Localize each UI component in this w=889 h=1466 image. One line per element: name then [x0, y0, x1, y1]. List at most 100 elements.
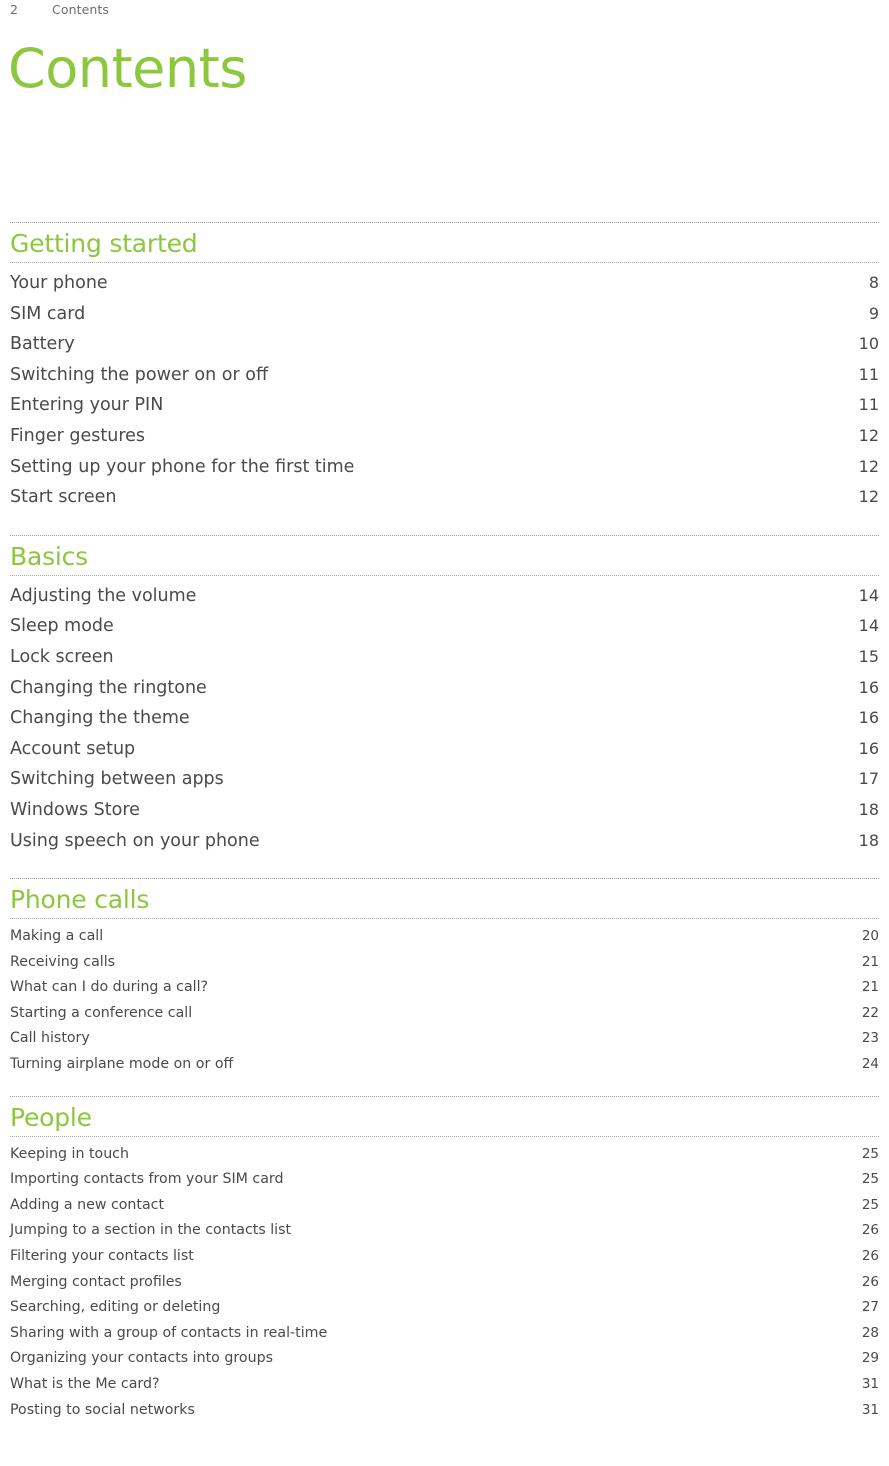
toc-entry-page: 16 [858, 708, 879, 728]
page-title: Contents [8, 37, 247, 100]
running-header-title: Contents [52, 2, 110, 17]
toc-entry-page: 26 [861, 1222, 879, 1239]
toc-section-heading: Basics [10, 541, 89, 571]
toc-entry[interactable]: Setting up your phone for the first time… [10, 452, 879, 483]
toc-entry-label: Importing contacts from your SIM card [10, 1171, 284, 1188]
toc-entry[interactable]: Windows Store 18 [10, 795, 879, 826]
toc-entry[interactable]: Adjusting the volume 14 [10, 581, 879, 612]
toc-entry-list: Making a call 20 Receiving calls 21 What… [10, 919, 879, 1078]
toc-entry[interactable]: Adding a new contact 25 [10, 1193, 879, 1219]
toc-section-people: People Keeping in touch 25 Importing con… [10, 1095, 879, 1424]
toc-entry-page: 24 [861, 1056, 879, 1073]
toc-entry-label: Start screen [10, 487, 117, 508]
toc-entry[interactable]: Account setup 16 [10, 734, 879, 765]
toc-entry-page: 9 [868, 303, 879, 323]
toc-entry-label: Entering your PIN [10, 395, 164, 416]
toc-entry[interactable]: Using speech on your phone 18 [10, 826, 879, 857]
toc-section-getting-started: Getting started Your phone 8 SIM card 9 … [10, 222, 879, 513]
toc-entry-label: Turning airplane mode on or off [10, 1056, 234, 1073]
toc-entry[interactable]: Filtering your contacts list 26 [10, 1244, 879, 1270]
toc-entry-label: Merging contact profiles [10, 1273, 182, 1290]
toc-entry[interactable]: Organizing your contacts into groups 29 [10, 1346, 879, 1372]
toc-entry[interactable]: Making a call 20 [10, 924, 879, 950]
toc-entry[interactable]: Importing contacts from your SIM card 25 [10, 1167, 879, 1193]
toc-entry-label: Filtering your contacts list [10, 1248, 194, 1265]
toc-entry-label: Your phone [10, 273, 108, 293]
toc-entry[interactable]: Changing the ringtone 16 [10, 673, 879, 704]
toc-entry[interactable]: Switching the power on or off 11 [10, 360, 879, 391]
toc-entry[interactable]: Finger gestures 12 [10, 421, 879, 452]
toc-entry[interactable]: Start screen 12 [10, 482, 879, 513]
toc-entry-label: SIM card [10, 303, 86, 324]
toc-entry-label: Searching, editing or deleting [10, 1299, 221, 1316]
toc-entry[interactable]: Sleep mode 14 [10, 611, 879, 642]
toc-entry-label: Using speech on your phone [10, 830, 260, 851]
running-header-page-number: 2 [10, 2, 19, 17]
toc-entry[interactable]: Starting a conference call 22 [10, 1001, 879, 1027]
toc-entry-page: 10 [858, 334, 879, 354]
toc-entry-page: 22 [861, 1004, 879, 1021]
toc-entry[interactable]: Changing the theme 16 [10, 703, 879, 734]
toc-entry-page: 23 [861, 1030, 879, 1047]
toc-entry[interactable]: Keeping in touch 25 [10, 1142, 879, 1168]
toc-entry-page: 12 [858, 456, 879, 476]
toc-entry[interactable]: SIM card 9 [10, 299, 879, 330]
toc-entry-label: Sleep mode [10, 616, 114, 637]
toc-entry-page: 14 [858, 585, 879, 605]
toc-entry-page: 31 [861, 1401, 879, 1418]
toc-entry-label: What can I do during a call? [10, 979, 209, 996]
toc-entry-page: 14 [858, 616, 879, 636]
toc-entry-label: Receiving calls [10, 953, 116, 970]
toc-entry[interactable]: Turning airplane mode on or off 24 [10, 1052, 879, 1078]
toc-entry[interactable]: Merging contact profiles 26 [10, 1270, 879, 1296]
toc-entry[interactable]: What can I do during a call? 21 [10, 975, 879, 1001]
toc-entry-page: 17 [858, 769, 879, 789]
toc-entry-label: Switching between apps [10, 769, 224, 790]
toc-entry-label: Making a call [10, 928, 104, 945]
toc-entry-page: 26 [861, 1248, 879, 1265]
toc-entry-label: Starting a conference call [10, 1004, 193, 1021]
toc-section-basics: Basics Adjusting the volume 14 Sleep mod… [10, 534, 879, 857]
toc-entry-label: Adjusting the volume [10, 585, 197, 606]
toc-section-phone-calls: Phone calls Making a call 20 Receiving c… [10, 878, 879, 1078]
toc-entry[interactable]: Entering your PIN 11 [10, 390, 879, 421]
toc-entry-label: Windows Store [10, 799, 140, 820]
toc-entry-page: 12 [858, 425, 879, 445]
document-page: 2 Contents Contents Getting started Your… [0, 0, 889, 1466]
toc-entry[interactable]: Jumping to a section in the contacts lis… [10, 1218, 879, 1244]
toc-entry[interactable]: Battery 10 [10, 329, 879, 360]
toc-entry-page: 28 [861, 1324, 879, 1341]
toc-entry-page: 25 [861, 1196, 879, 1213]
toc-entry[interactable]: Call history 23 [10, 1026, 879, 1052]
toc-entry-page: 20 [861, 928, 879, 945]
toc-entry-label: Finger gestures [10, 425, 146, 446]
toc-entry[interactable]: Lock screen 15 [10, 642, 879, 673]
toc-entry-page: 21 [861, 979, 879, 996]
toc-entry-page: 11 [858, 395, 879, 415]
toc-entry-page: 21 [861, 953, 879, 970]
toc-entry-label: Adding a new contact [10, 1196, 165, 1213]
toc-entry[interactable]: Your phone 8 [10, 268, 879, 299]
table-of-contents: Getting started Your phone 8 SIM card 9 … [10, 222, 879, 1423]
toc-entry[interactable]: Sharing with a group of contacts in real… [10, 1321, 879, 1347]
toc-entry[interactable]: What is the Me card? 31 [10, 1372, 879, 1398]
toc-entry-label: Account setup [10, 738, 136, 759]
toc-entry-label: What is the Me card? [10, 1376, 160, 1392]
toc-entry-label: Setting up your phone for the first time [10, 456, 355, 477]
toc-entry-list: Your phone 8 SIM card 9 Battery 10 Switc… [10, 263, 879, 513]
toc-entry-page: 15 [858, 646, 879, 666]
toc-entry-page: 29 [861, 1350, 879, 1367]
toc-entry-page: 25 [861, 1145, 879, 1162]
toc-entry-page: 18 [858, 799, 879, 819]
toc-entry[interactable]: Receiving calls 21 [10, 950, 879, 976]
toc-entry[interactable]: Searching, editing or deleting 27 [10, 1295, 879, 1321]
toc-entry-label: Sharing with a group of contacts in real… [10, 1324, 328, 1341]
toc-entry[interactable]: Posting to social networks 31 [10, 1398, 879, 1424]
toc-section-heading: Phone calls [10, 885, 150, 915]
toc-entry-page: 11 [858, 364, 879, 384]
toc-section-heading: Getting started [10, 229, 198, 258]
toc-entry[interactable]: Switching between apps 17 [10, 764, 879, 795]
